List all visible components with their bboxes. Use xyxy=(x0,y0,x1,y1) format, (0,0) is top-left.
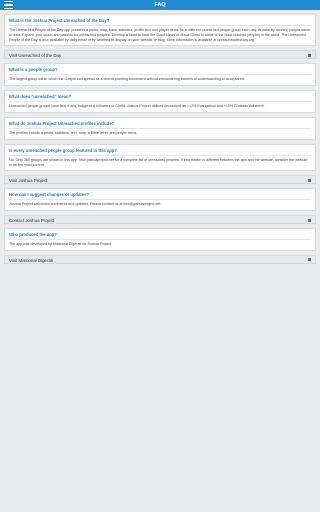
faq-answer: The profiles include a photo, statistics… xyxy=(9,130,138,135)
link-label: Contact Joshua Project xyxy=(9,218,55,224)
chevron-right-icon xyxy=(308,178,311,182)
faq-item: Who produced the app? The app was develo… xyxy=(4,228,316,251)
faq-answer: No. Only 365 groups are shown in this ap… xyxy=(9,157,308,167)
link-label: Visit Missional Digerati xyxy=(9,257,54,263)
chevron-right-icon xyxy=(308,53,311,57)
faq-list: What is the Joshua Project Unreached of … xyxy=(4,14,316,268)
link-label: Visit Unreached of the Day xyxy=(9,53,62,59)
faq-item: What is a people group? The largest grou… xyxy=(4,63,316,87)
visit-joshua-project-link[interactable]: Visit Joshua Project xyxy=(4,175,316,185)
chevron-right-icon xyxy=(308,218,311,222)
faq-item: How can I suggest changes or updates? Jo… xyxy=(4,188,316,212)
visit-unreached-link[interactable]: Visit Unreached of the Day xyxy=(4,50,316,60)
chevron-right-icon xyxy=(308,258,311,262)
faq-answer: The app was developed by Missional Diger… xyxy=(9,242,113,247)
faq-answer: The Unreached People of the Day app pres… xyxy=(9,28,311,42)
app-header: FAQ xyxy=(0,0,320,10)
faq-question: Is every unreached people group featured… xyxy=(9,148,311,156)
contact-joshua-project-link[interactable]: Contact Joshua Project xyxy=(4,215,316,225)
faq-item: What does "unreached" mean? Unreached pe… xyxy=(4,90,316,113)
faq-question: What is a people group? xyxy=(9,67,311,76)
faq-item: What do Joshua Project Unreached profile… xyxy=(4,116,316,140)
faq-item: What is the Joshua Project Unreached of … xyxy=(4,14,316,47)
faq-answer: Unreached people groups have few, if any… xyxy=(9,104,265,109)
faq-question: Who produced the app? xyxy=(9,232,311,241)
faq-question: How can I suggest changes or updates? xyxy=(9,192,311,201)
faq-question: What does "unreached" mean? xyxy=(9,94,311,103)
faq-question: What is the Joshua Project Unreached of … xyxy=(9,18,311,26)
faq-item: Is every unreached people group featured… xyxy=(4,143,316,172)
link-label: Visit Joshua Project xyxy=(9,178,48,184)
faq-answer: Joshua Project welcomes comments and upd… xyxy=(9,202,162,207)
faq-question: What do Joshua Project Unreached profile… xyxy=(9,121,311,129)
visit-missional-digerati-link[interactable]: Visit Missional Digerati xyxy=(4,254,316,264)
page-title: FAQ xyxy=(154,2,166,8)
faq-answer: The largest group within which the Gospe… xyxy=(9,77,246,82)
